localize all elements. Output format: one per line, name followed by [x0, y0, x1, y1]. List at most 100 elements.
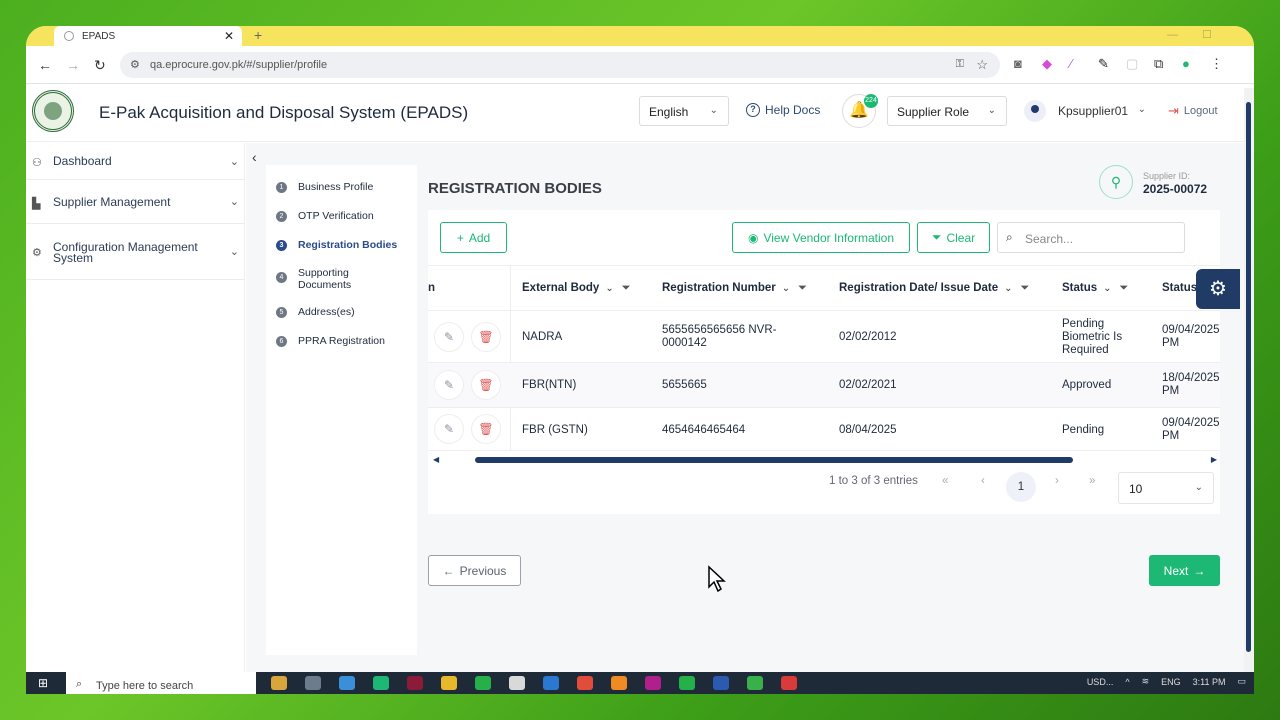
- puzzle-icon[interactable]: ⧉: [1154, 56, 1163, 72]
- last-page-icon[interactable]: »: [1089, 475, 1095, 487]
- collapse-sidebar-icon[interactable]: ‹: [252, 149, 257, 165]
- outlook-icon[interactable]: [543, 676, 559, 690]
- clock[interactable]: 3:11 PM: [1193, 677, 1226, 687]
- delete-icon[interactable]: 🗑: [471, 370, 501, 400]
- bookmark-star-icon[interactable]: ☆: [976, 57, 988, 73]
- language-indicator[interactable]: ENG: [1161, 677, 1181, 687]
- profile-avatar-icon[interactable]: ●: [1182, 56, 1190, 71]
- delete-icon[interactable]: 🗑: [471, 322, 501, 352]
- app-icon[interactable]: [305, 676, 321, 690]
- notification-center-icon[interactable]: ▭: [1237, 676, 1246, 687]
- scrollbar-thumb[interactable]: [1246, 102, 1251, 652]
- step-otp-verification[interactable]: 2 OTP Verification: [276, 210, 374, 222]
- scroll-left-icon[interactable]: ◀: [433, 455, 439, 464]
- settings-gear-icon[interactable]: ⚙: [1196, 269, 1240, 309]
- edit-icon[interactable]: ✎: [434, 370, 464, 400]
- sort-icon[interactable]: ⌄: [782, 283, 790, 294]
- edit-icon[interactable]: ✎: [434, 414, 464, 444]
- store-icon[interactable]: [509, 676, 525, 690]
- step-supporting-documents[interactable]: 4 Supporting Documents: [276, 267, 396, 291]
- taskbar-search[interactable]: ⌕ Type here to search: [66, 672, 256, 694]
- close-tab-icon[interactable]: ✕: [224, 29, 234, 43]
- password-key-icon[interactable]: ⚿: [956, 58, 964, 71]
- whatsapp-icon[interactable]: [679, 676, 695, 690]
- step-ppra-registration[interactable]: 6 PPRA Registration: [276, 335, 385, 347]
- filter-icon[interactable]: ⏷: [622, 282, 631, 294]
- sidebar-item-dashboard[interactable]: ⚇ Dashboard ⌄: [26, 143, 245, 180]
- logout-label: Logout: [1183, 105, 1218, 117]
- step-registration-bodies[interactable]: 3 Registration Bodies: [276, 239, 397, 251]
- first-page-icon[interactable]: «: [942, 475, 948, 487]
- sidebar-item-supplier-management[interactable]: ▙ Supplier Management ⌄: [26, 180, 245, 224]
- filter-icon[interactable]: ⏷: [798, 282, 807, 294]
- add-button[interactable]: + Add: [440, 222, 507, 253]
- site-settings-icon[interactable]: ⚙: [130, 58, 140, 71]
- edit-icon[interactable]: ✎: [434, 322, 464, 352]
- omnibox[interactable]: ⚙ qa.eprocure.gov.pk/#/supplier/profile …: [120, 52, 1000, 78]
- help-docs-link[interactable]: ? Help Docs: [746, 103, 820, 117]
- url-text[interactable]: qa.eprocure.gov.pk/#/supplier/profile: [150, 59, 327, 71]
- scrollbar-thumb[interactable]: [475, 457, 1073, 463]
- tray-chevron-icon[interactable]: ^: [1125, 677, 1129, 687]
- app-icon[interactable]: [645, 676, 661, 690]
- sidebar-item-configuration-management[interactable]: ⚙ Configuration Management System ⌄: [26, 224, 245, 280]
- app-icon[interactable]: [781, 676, 797, 690]
- eyedropper-icon[interactable]: ✎: [1098, 56, 1109, 72]
- filter-icon[interactable]: ⏷: [1021, 282, 1030, 294]
- kebab-menu-icon[interactable]: ⋮: [1210, 56, 1223, 72]
- back-icon[interactable]: ←: [38, 57, 52, 73]
- vertical-scrollbar[interactable]: [1244, 88, 1254, 694]
- search-input[interactable]: ⌕ Search...: [997, 222, 1185, 253]
- reload-icon[interactable]: ↻: [94, 57, 106, 74]
- previous-page-icon[interactable]: ‹: [981, 475, 985, 487]
- word-icon[interactable]: [713, 676, 729, 690]
- clear-filter-button[interactable]: ⏷ Clear: [917, 222, 990, 253]
- extension-icon[interactable]: ◆: [1042, 56, 1052, 72]
- role-select[interactable]: Supplier Role ⌄: [887, 96, 1007, 126]
- app-icon[interactable]: [747, 676, 763, 690]
- step-business-profile[interactable]: 1 Business Profile: [276, 181, 373, 193]
- cell-external-body: NADRA: [522, 331, 563, 343]
- dreamweaver-icon[interactable]: [407, 676, 423, 690]
- pen-extension-icon[interactable]: ∕: [1070, 56, 1072, 71]
- language-value: English: [649, 105, 689, 119]
- previous-button[interactable]: ← Previous: [428, 555, 521, 586]
- page-1-button[interactable]: 1: [1006, 472, 1036, 502]
- delete-icon[interactable]: 🗑: [471, 414, 501, 444]
- new-tab-button[interactable]: +: [254, 27, 262, 43]
- page-size-select[interactable]: 10 ⌄: [1118, 472, 1214, 504]
- horizontal-scrollbar[interactable]: ◀ ▶: [433, 455, 1217, 464]
- sort-icon[interactable]: ⌄: [605, 283, 613, 294]
- filter-icon[interactable]: ⏷: [1120, 282, 1129, 294]
- browser-tab[interactable]: EPADS ✕: [54, 26, 242, 46]
- blank-extension-icon[interactable]: ▢: [1126, 56, 1138, 72]
- app-icon[interactable]: [339, 676, 355, 690]
- supplier-icon: ▙: [32, 198, 41, 210]
- language-select[interactable]: English ⌄: [639, 96, 729, 126]
- firefox-icon[interactable]: [611, 676, 627, 690]
- whatsapp-icon[interactable]: [475, 676, 491, 690]
- edge-icon[interactable]: [373, 676, 389, 690]
- forward-icon[interactable]: →: [66, 57, 80, 73]
- next-page-icon[interactable]: ›: [1055, 475, 1059, 487]
- logout-button[interactable]: ⇥ Logout: [1168, 103, 1218, 119]
- user-menu[interactable]: Kpsupplier01 ⌄: [1020, 96, 1146, 126]
- app-icon[interactable]: [271, 676, 287, 690]
- currency-widget[interactable]: USD...: [1087, 677, 1114, 687]
- column-header-registration-number[interactable]: Registration Number ⌄ ⏷: [662, 282, 807, 295]
- column-header-registration-date[interactable]: Registration Date/ Issue Date ⌄ ⏷: [839, 282, 1029, 295]
- folder-icon[interactable]: [441, 676, 457, 690]
- chrome-icon[interactable]: [577, 676, 593, 690]
- start-icon[interactable]: ⊞: [38, 676, 48, 690]
- column-header-status[interactable]: Status ⌄ ⏷: [1062, 282, 1128, 295]
- view-vendor-information-button[interactable]: ◉ View Vendor Information: [732, 222, 910, 253]
- next-button[interactable]: Next →: [1149, 555, 1220, 586]
- camera-icon[interactable]: ◙: [1014, 56, 1022, 71]
- window-controls[interactable]: —☐: [1167, 28, 1236, 41]
- sort-icon[interactable]: ⌄: [1004, 283, 1012, 294]
- sort-icon[interactable]: ⌄: [1103, 283, 1111, 294]
- wifi-icon[interactable]: ≋: [1142, 676, 1150, 687]
- scroll-right-icon[interactable]: ▶: [1211, 455, 1217, 464]
- column-header-external-body[interactable]: External Body ⌄ ⏷: [522, 282, 631, 295]
- step-addresses[interactable]: 5 Address(es): [276, 306, 355, 318]
